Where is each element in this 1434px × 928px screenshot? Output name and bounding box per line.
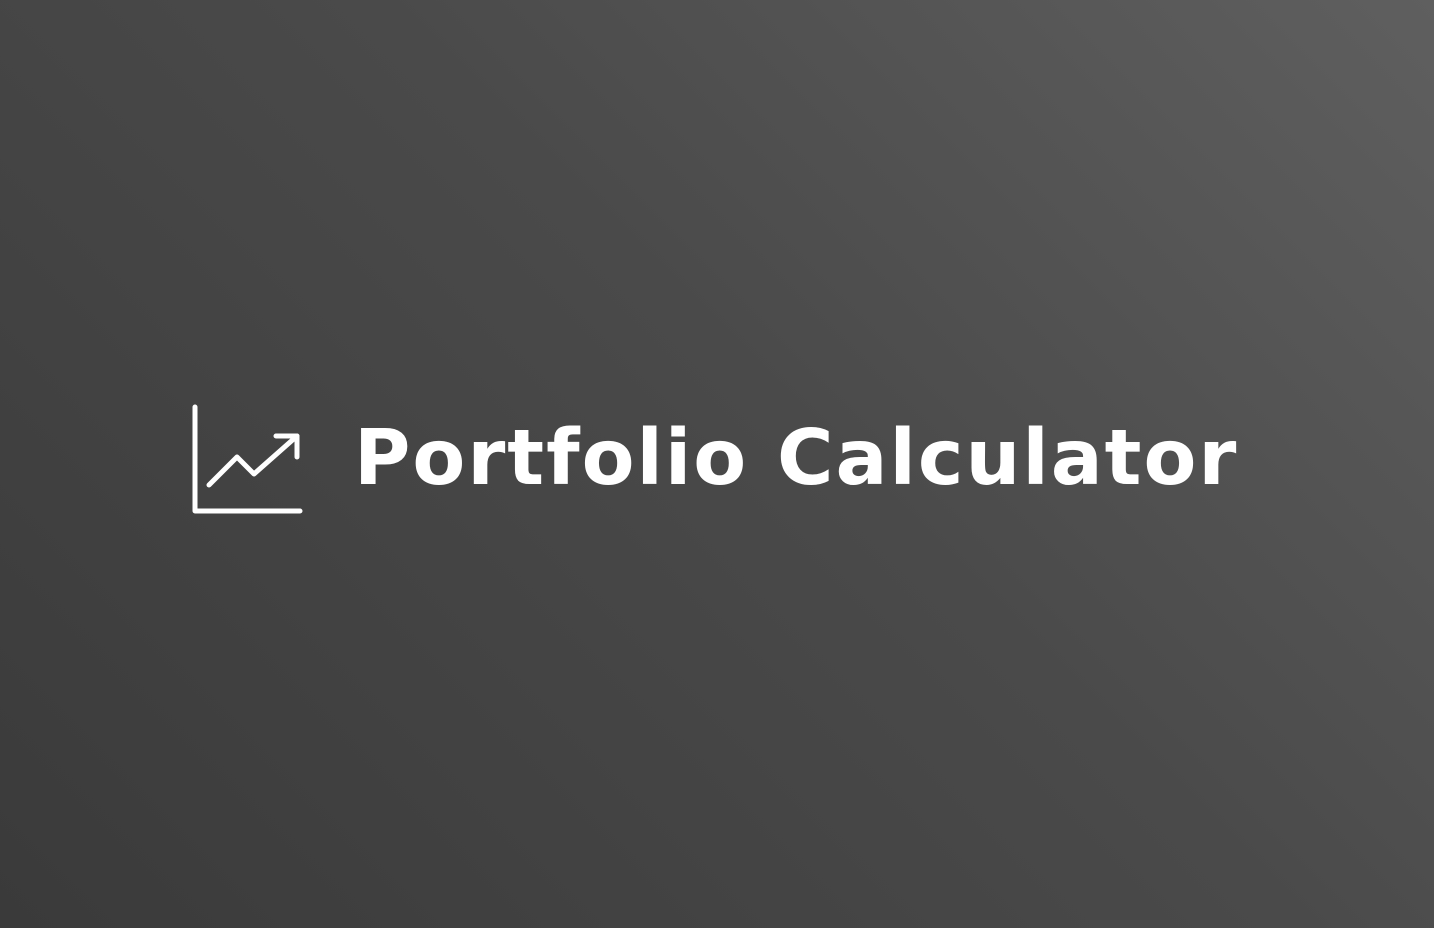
- trending-up-chart-icon: [192, 404, 304, 516]
- splash-logo: Portfolio Calculator: [192, 404, 1238, 516]
- app-title: Portfolio Calculator: [354, 413, 1239, 503]
